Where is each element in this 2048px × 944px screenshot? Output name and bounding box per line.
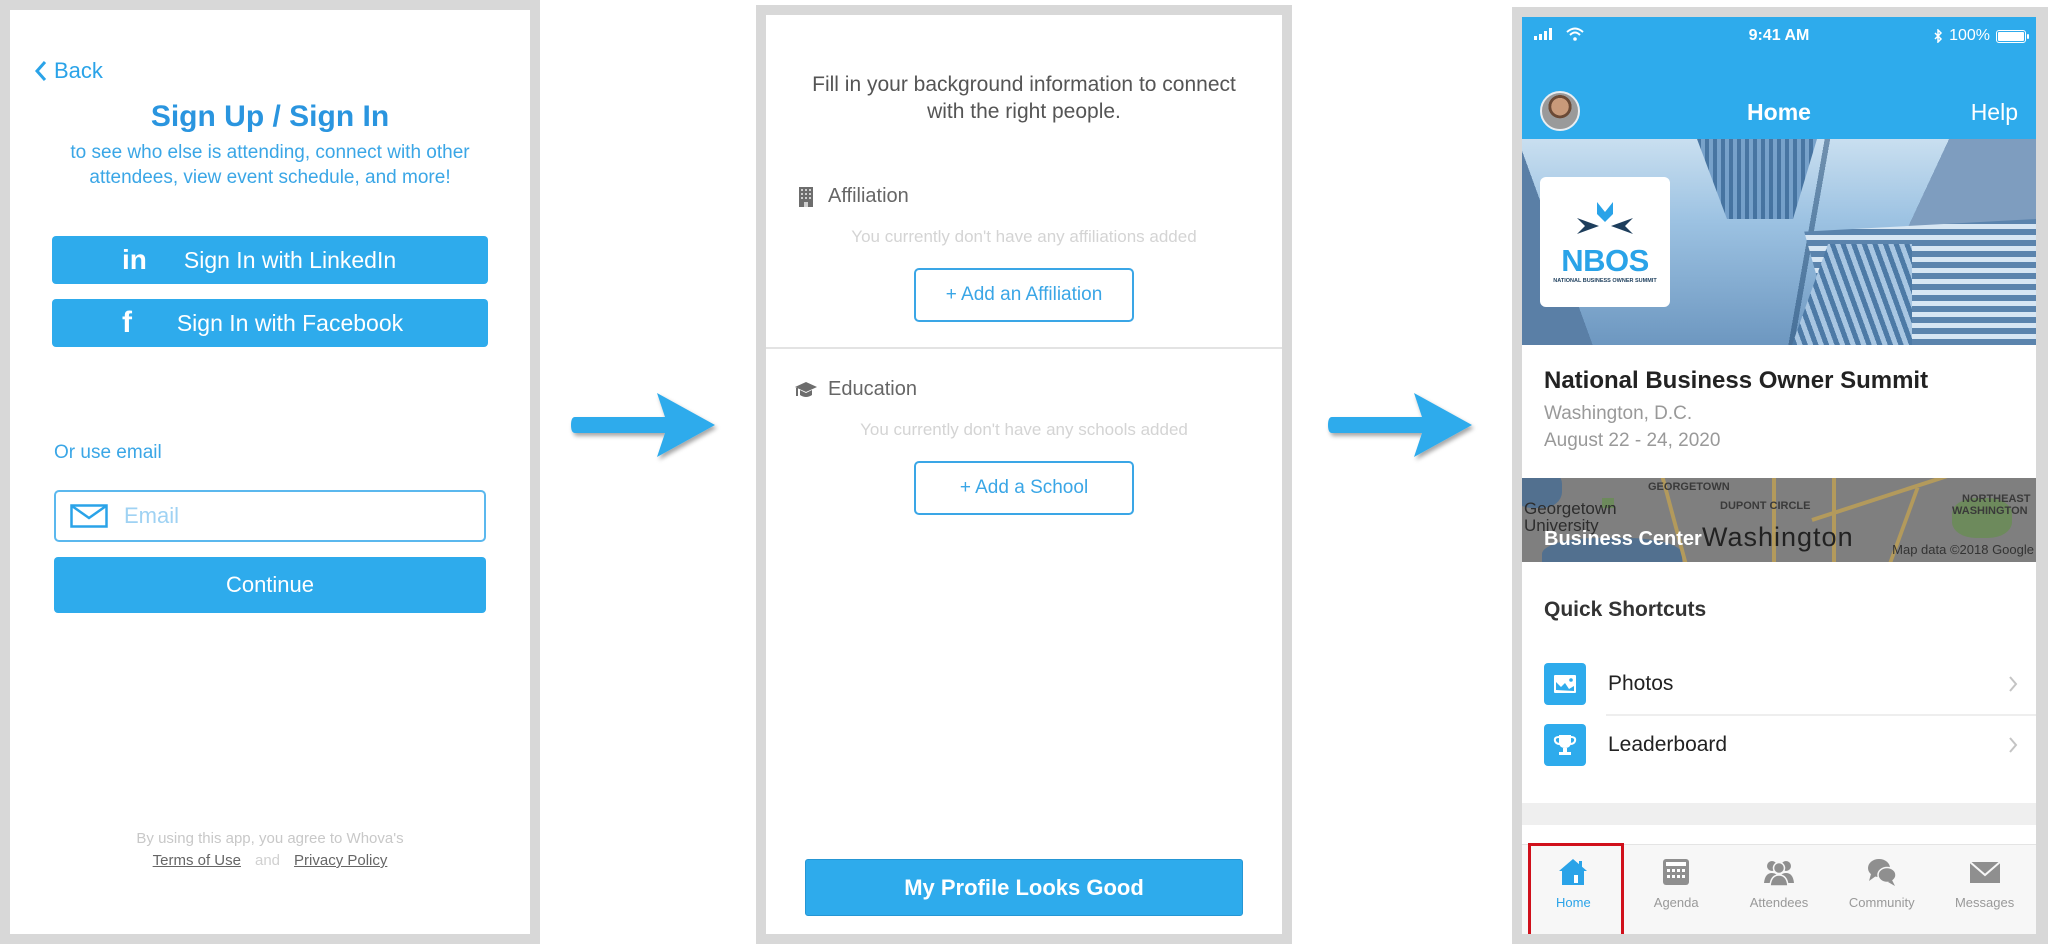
and-text: and xyxy=(254,852,281,869)
event-dates: August 22 - 24, 2020 xyxy=(1544,430,1721,451)
email-input[interactable] xyxy=(124,503,464,529)
home-header: 9:41 AM 100% Home Help xyxy=(1522,17,2036,139)
quick-shortcuts-title: Quick Shortcuts xyxy=(1544,598,1707,621)
venue-map[interactable]: GEORGETOWN DUPONT CIRCLE NORTHEAST WASHI… xyxy=(1522,478,2036,562)
background-phone-frame: Fill in your background information to c… xyxy=(756,5,1292,944)
chat-icon xyxy=(1867,859,1897,886)
facebook-signin-button[interactable]: f Sign In with Facebook xyxy=(52,299,488,347)
map-label-georgetown: GEORGETOWN xyxy=(1648,481,1730,493)
tab-label: Home xyxy=(1556,895,1591,910)
affiliation-heading-label: Affiliation xyxy=(828,185,909,207)
logo-tagline: NATIONAL BUSINESS OWNER SUMMIT xyxy=(1553,278,1657,284)
nbos-logo-icon xyxy=(1577,202,1633,234)
venue-name-label: Business Center xyxy=(1544,528,1702,550)
graduation-cap-icon xyxy=(795,381,817,397)
linkedin-button-label: Sign In with LinkedIn xyxy=(183,246,397,273)
event-banner-image: NBOS NATIONAL BUSINESS OWNER SUMMIT xyxy=(1522,139,2036,345)
map-label-dupont-circle: DUPONT CIRCLE xyxy=(1720,500,1811,512)
envelope-icon xyxy=(70,504,108,528)
photo-icon xyxy=(1554,675,1576,693)
signin-subtitle: to see who else is attending, connect wi… xyxy=(70,142,470,188)
tab-label: Attendees xyxy=(1749,895,1809,910)
profile-looks-good-button[interactable]: My Profile Looks Good xyxy=(805,859,1243,916)
back-button[interactable]: Back xyxy=(34,58,103,84)
back-label: Back xyxy=(54,58,103,83)
legal-notice: By using this app, you agree to Whova's … xyxy=(10,828,530,872)
facebook-button-label: Sign In with Facebook xyxy=(176,309,404,336)
legal-text: By using this app, you agree to Whova's xyxy=(136,830,404,847)
email-field[interactable] xyxy=(54,490,486,542)
chevron-right-icon xyxy=(2009,737,2018,753)
signin-phone-frame: Back Sign Up / Sign In to see who else i… xyxy=(0,0,540,944)
education-empty-note: You currently don't have any schools add… xyxy=(860,420,1188,439)
signin-screen: Back Sign Up / Sign In to see who else i… xyxy=(10,10,530,934)
event-location: Washington, D.C. xyxy=(1544,403,1693,424)
calendar-icon xyxy=(1663,859,1690,885)
shortcut-label: Leaderboard xyxy=(1608,733,1728,756)
continue-button[interactable]: Continue xyxy=(54,557,486,613)
trophy-icon xyxy=(1553,735,1577,755)
background-screen: Fill in your background information to c… xyxy=(766,15,1282,934)
facebook-icon: f xyxy=(122,306,132,339)
tab-messages[interactable]: Messages xyxy=(1933,845,2036,934)
shortcut-label: Photos xyxy=(1608,672,1674,695)
bluetooth-icon xyxy=(1934,29,1943,43)
map-label-city: Washington xyxy=(1702,522,1854,552)
event-logo: NBOS NATIONAL BUSINESS OWNER SUMMIT xyxy=(1540,177,1670,307)
battery-percent: 100% xyxy=(1949,27,1990,44)
building-icon xyxy=(799,186,813,207)
affiliation-empty-note: You currently don't have any affiliation… xyxy=(851,227,1197,246)
bottom-tab-bar: Home Agenda Attendees Community Messages xyxy=(1522,843,2036,934)
add-school-button[interactable]: + Add a School xyxy=(914,461,1134,515)
help-button[interactable]: Help xyxy=(1971,99,2018,126)
tab-label: Agenda xyxy=(1653,895,1699,910)
people-icon xyxy=(1763,861,1794,887)
tab-label: Messages xyxy=(1954,895,2015,910)
tab-attendees[interactable]: Attendees xyxy=(1728,845,1831,934)
education-heading: Education xyxy=(794,378,917,401)
tab-community[interactable]: Community xyxy=(1830,845,1933,934)
affiliation-heading: Affiliation xyxy=(794,185,909,208)
terms-of-use-link[interactable]: Terms of Use xyxy=(153,852,241,869)
home-icon xyxy=(1559,859,1588,885)
nav-title: Home xyxy=(1747,99,1811,125)
section-divider xyxy=(766,347,1282,349)
privacy-policy-link[interactable]: Privacy Policy xyxy=(294,852,387,869)
logo-acronym: NBOS xyxy=(1561,243,1649,278)
flow-arrow-right-icon xyxy=(1328,393,1472,457)
map-label-washington-ne: WASHINGTON xyxy=(1952,505,2028,517)
linkedin-icon: in xyxy=(122,244,147,275)
add-affiliation-button[interactable]: + Add an Affiliation xyxy=(914,268,1134,322)
tab-agenda[interactable]: Agenda xyxy=(1625,845,1728,934)
signin-title: Sign Up / Sign In xyxy=(150,100,390,133)
linkedin-signin-button[interactable]: in Sign In with LinkedIn xyxy=(52,236,488,284)
shortcut-leaderboard[interactable]: Leaderboard xyxy=(1522,716,2036,774)
education-heading-label: Education xyxy=(828,378,917,400)
chevron-left-icon xyxy=(34,61,47,81)
or-use-email-label: Or use email xyxy=(54,442,162,463)
flow-arrow-right-icon xyxy=(571,393,715,457)
map-label-northeast: NORTHEAST xyxy=(1962,493,2031,505)
envelope-icon xyxy=(1968,861,2001,883)
home-phone-frame: 9:41 AM 100% Home Help NBOS NATIONAL BUS… xyxy=(1512,7,2048,944)
tab-label: Community xyxy=(1848,895,1915,910)
chevron-right-icon xyxy=(2009,676,2018,692)
battery-icon xyxy=(1996,29,2029,43)
event-title: National Business Owner Summit xyxy=(1544,367,1929,394)
status-bar: 9:41 AM 100% xyxy=(1522,25,2036,49)
map-attribution: Map data ©2018 Google xyxy=(1892,542,2034,557)
home-screen: 9:41 AM 100% Home Help NBOS NATIONAL BUS… xyxy=(1522,17,2036,934)
shortcut-photos[interactable]: Photos xyxy=(1522,655,2036,713)
section-separator xyxy=(1522,803,2036,825)
tab-home[interactable]: Home xyxy=(1522,843,1625,934)
background-intro-text: Fill in your background information to c… xyxy=(812,73,1236,123)
